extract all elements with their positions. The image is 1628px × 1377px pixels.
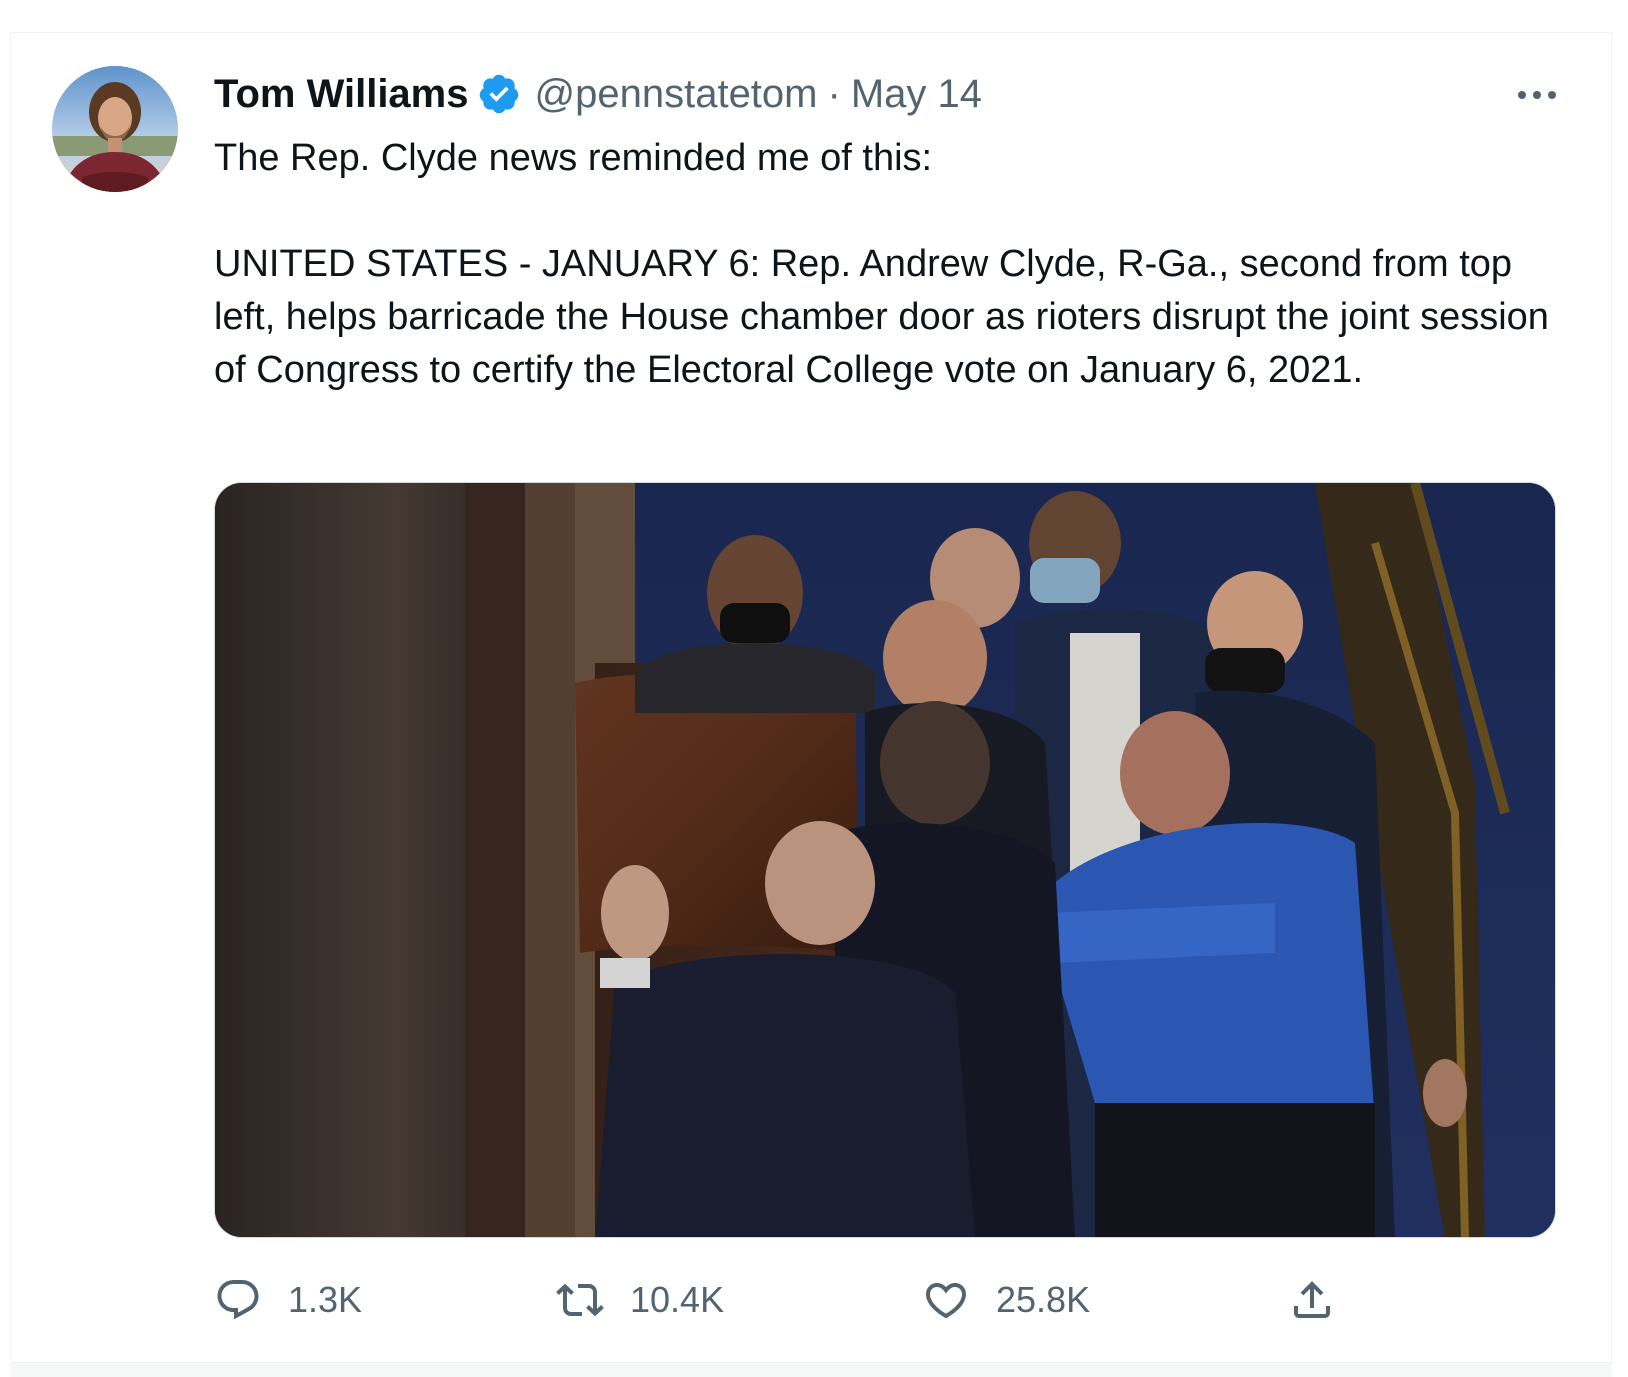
retweet-count: 10.4K: [630, 1279, 725, 1320]
heart-icon: [922, 1276, 970, 1324]
like-count: 25.8K: [996, 1279, 1091, 1320]
reply-count: 1.3K: [288, 1279, 363, 1320]
separator-dot: ·: [827, 71, 841, 116]
tweet-header: Tom Williams @pennstatetom · May 14: [214, 66, 982, 122]
next-tweet-divider: [10, 1362, 1612, 1377]
retweet-button[interactable]: 10.4K: [556, 1270, 724, 1330]
avatar[interactable]: [52, 66, 178, 192]
tweet-date[interactable]: May 14: [851, 72, 982, 117]
page: Tom Williams @pennstatetom · May 14 The …: [0, 0, 1628, 1377]
verified-badge-icon: [477, 72, 521, 116]
profile-photo-icon: [52, 66, 178, 192]
author-handle[interactable]: @pennstatetom: [535, 72, 818, 117]
share-button[interactable]: [1288, 1270, 1336, 1330]
reply-icon: [214, 1276, 262, 1324]
more-options-icon[interactable]: [1512, 80, 1562, 110]
display-name[interactable]: Tom Williams: [214, 72, 469, 117]
share-icon: [1288, 1276, 1336, 1324]
like-button[interactable]: 25.8K: [922, 1270, 1090, 1330]
tweet-text-line: UNITED STATES - JANUARY 6: Rep. Andrew C…: [214, 243, 1549, 391]
reply-button[interactable]: 1.3K: [214, 1270, 362, 1330]
tweet-text-line: The Rep. Clyde news reminded me of this:: [214, 137, 933, 179]
tweet-photo[interactable]: [214, 482, 1556, 1238]
retweet-icon: [556, 1276, 604, 1324]
photo-image: [215, 483, 1555, 1237]
tweet-actions: 1.3K 10.4K 25.8K: [214, 1270, 1374, 1330]
tweet-text: The Rep. Clyde news reminded me of this:…: [214, 132, 1574, 397]
